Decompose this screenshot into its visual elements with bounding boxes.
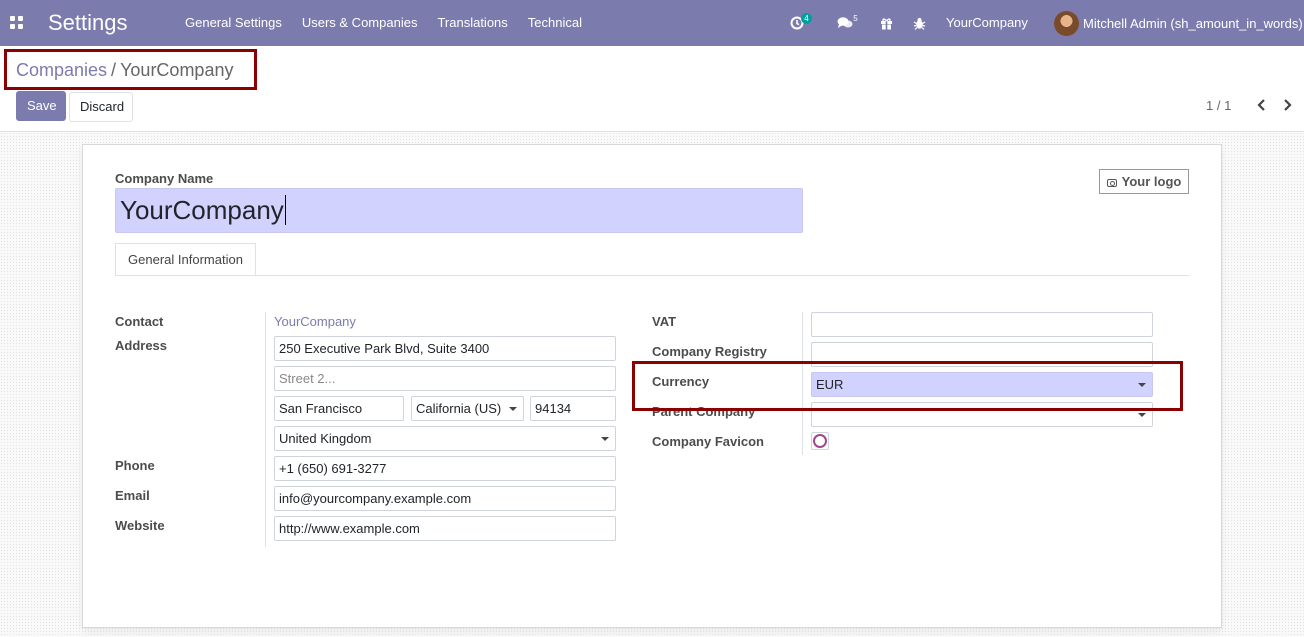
contact-label: Contact [115, 314, 164, 329]
messages-button[interactable]: 5 [837, 0, 861, 46]
bug-icon [913, 17, 926, 30]
pager-next-button[interactable] [1281, 96, 1295, 114]
street-input[interactable]: 250 Executive Park Blvd, Suite 3400 [274, 336, 616, 361]
left-group-separator [265, 312, 266, 547]
discard-button[interactable]: Discard [69, 92, 133, 122]
tab-divider [115, 275, 1189, 276]
gift-icon [881, 17, 892, 30]
menu-translations[interactable]: Translations [427, 0, 517, 46]
email-label: Email [115, 488, 150, 503]
user-menu[interactable]: Mitchell Admin (sh_amount_in_words) [1054, 0, 1303, 46]
company-favicon-image[interactable] [811, 432, 829, 450]
website-input[interactable]: http://www.example.com [274, 516, 616, 541]
menu-users-companies[interactable]: Users & Companies [292, 0, 428, 46]
camera-icon [1106, 179, 1117, 187]
phone-label: Phone [115, 458, 155, 473]
contact-link[interactable]: YourCompany [274, 314, 356, 329]
chevron-right-icon [1284, 99, 1292, 111]
messages-count-badge: 5 [853, 13, 858, 23]
vat-label: VAT [652, 314, 677, 329]
company-switcher[interactable]: YourCompany [946, 0, 1028, 46]
currency-highlight-box [632, 361, 1183, 411]
user-name: Mitchell Admin (sh_amount_in_words) [1083, 15, 1303, 31]
state-select[interactable]: California (US) [411, 396, 524, 421]
tab-general-information[interactable]: General Information [115, 243, 256, 276]
email-input[interactable]: info@yourcompany.example.com [274, 486, 616, 511]
chevron-left-icon [1257, 99, 1265, 111]
gift-button[interactable] [880, 0, 893, 46]
address-label: Address [115, 338, 168, 353]
activity-count-badge: 4 [801, 12, 812, 24]
pager-value[interactable]: 1 / 1 [1206, 98, 1231, 113]
company-name-input[interactable]: YourCompany [115, 188, 803, 233]
upload-logo-label: Your logo [1121, 174, 1182, 189]
city-input[interactable]: San Francisco [274, 396, 404, 421]
pager-previous-button[interactable] [1254, 96, 1268, 114]
upload-logo-button[interactable]: Your logo [1099, 169, 1189, 194]
company-name-label: Company Name [115, 171, 214, 186]
breadcrumb-highlight-box [4, 49, 257, 90]
activity-button[interactable]: 4 [790, 0, 812, 46]
company-favicon-label: Company Favicon [652, 434, 764, 449]
company-name-value: YourCompany [120, 195, 284, 225]
save-button[interactable]: Save [16, 91, 66, 121]
website-label: Website [115, 518, 165, 533]
zip-input[interactable]: 94134 [530, 396, 616, 421]
debug-button[interactable] [913, 0, 926, 46]
phone-input[interactable]: +1 (650) 691-3277 [274, 456, 616, 481]
app-title[interactable]: Settings [48, 10, 128, 36]
vat-input[interactable] [811, 312, 1153, 337]
company-registry-label: Company Registry [652, 344, 767, 359]
menu-general-settings[interactable]: General Settings [175, 0, 292, 46]
street2-input[interactable]: Street 2... [274, 366, 616, 391]
menu-technical[interactable]: Technical [518, 0, 592, 46]
country-select[interactable]: United Kingdom [274, 426, 616, 451]
main-menu: General Settings Users & Companies Trans… [175, 0, 592, 46]
text-cursor [284, 195, 286, 225]
apps-menu-icon[interactable] [10, 16, 23, 29]
user-avatar [1054, 10, 1079, 36]
top-navbar: Settings General Settings Users & Compan… [0, 0, 1304, 46]
